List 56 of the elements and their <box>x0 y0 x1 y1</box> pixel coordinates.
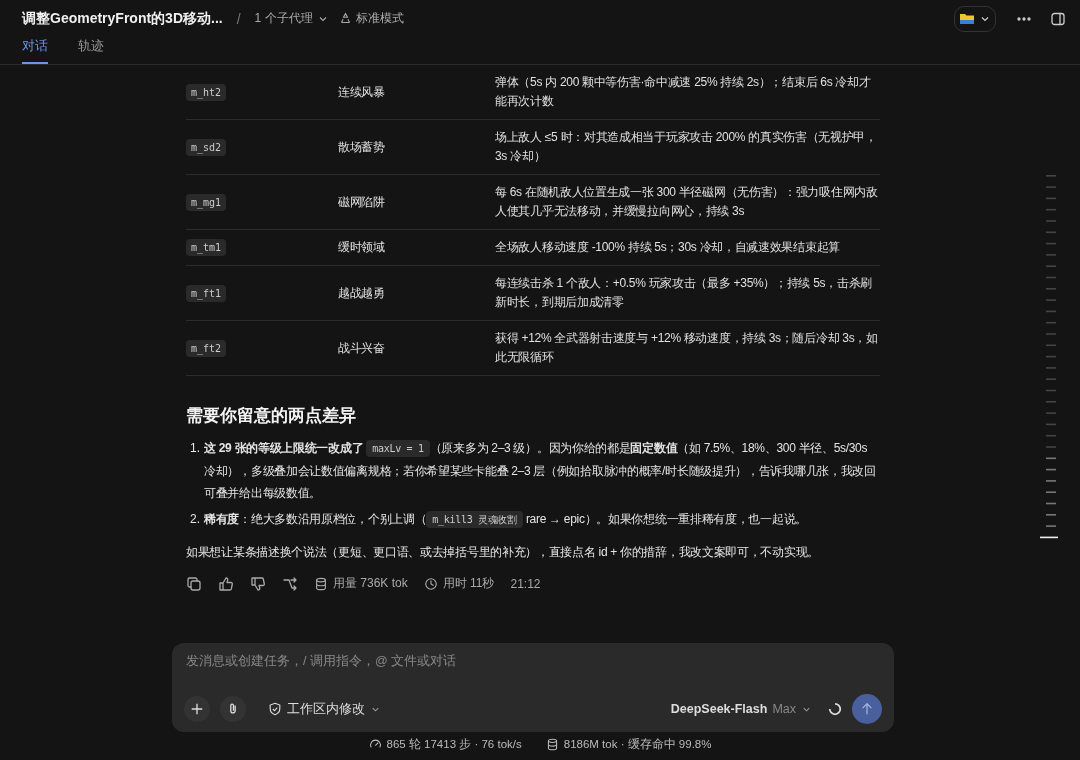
card-description: 获得 +12% 全武器射击速度与 +12% 移动速度，持续 3s；随后冷却 3s，如此无限循环 <box>495 330 879 366</box>
duration-label: 用时 11秒 <box>442 575 495 592</box>
list-number: 1. <box>189 440 200 457</box>
attach-button[interactable] <box>220 696 246 722</box>
card-id: m_tm1 <box>186 239 227 256</box>
card-id: m_ht2 <box>186 83 227 101</box>
thumbs-up-icon[interactable] <box>218 575 234 592</box>
cache-stats: 8186M tok · 缓存命中 99.8% <box>563 737 712 752</box>
plus-icon <box>190 702 204 716</box>
thumbs-down-icon[interactable] <box>250 575 266 592</box>
message-time: 21:12 <box>510 576 541 591</box>
card-name: 越战越勇 <box>338 284 386 302</box>
section-heading: 需要你留意的两点差异 <box>186 405 357 427</box>
send-button[interactable] <box>852 694 882 724</box>
tab[interactable]: 对话 <box>22 37 48 64</box>
card-id: m_ft2 <box>186 339 227 357</box>
message-input[interactable]: 发消息或创建任务，/ 调用指令，@ 文件或对话 <box>184 653 886 669</box>
card-description: 每连续击杀 1 个敌人：+0.5% 玩家攻击（最多 +35%）；持续 5s，击杀刷新时长，到期后加成清零 <box>495 275 874 311</box>
usage-label: 用量 736K tok <box>333 575 408 592</box>
list-item-text: 这 29 张的等级上限统一改成了 maxLv = 1 （原来多为 2–3 级）。因为你给的都是固定数值（如 7.5%、18%、300 半径、5s/30s 冷却），多级叠加会让数值偏离规格；若你希望某些卡能叠 2–3 层（例如拾取脉冲的概率/时长随级提升），告诉我哪几张，我改回可叠并给出每级数值。 <box>204 439 877 502</box>
reply-paragraph: 如果想让某条描述换个说法（更短、更口语、或去掉括号里的补充），直接点名 id + 你的措辞，我改文案即可，不动实现。 <box>186 544 820 561</box>
mode-icon <box>338 12 352 25</box>
arrow-up-icon <box>860 702 874 716</box>
speed-stats: 865 轮 17413 步 · 76 tok/s <box>386 737 522 752</box>
database-icon[interactable] <box>314 576 328 591</box>
list-number: 2. <box>189 511 200 528</box>
card-description: 全场敌人移动速度 -100% 持续 5s；30s 冷却，自减速效果结束起算 <box>495 239 841 256</box>
loading-spinner-icon <box>828 702 842 716</box>
add-button[interactable] <box>184 696 210 722</box>
breadcrumb-separator: / <box>236 10 241 27</box>
card-description: 场上敌人 ≤5 时：对其造成相当于玩家攻击 200% 的真实伤害（无视护甲，3s 冷却） <box>495 129 878 165</box>
shield-icon <box>268 702 282 716</box>
card-description: 弹体（5s 内 200 颗中等伤害·命中减速 25% 持续 2s）；结束后 6s 冷却才能再次计数 <box>495 74 872 110</box>
conversation-title: 调整GeometryFront的3D移动... <box>22 9 223 28</box>
branch-icon[interactable] <box>282 575 298 592</box>
subagent-dropdown[interactable]: 1 个子代理 <box>254 10 329 27</box>
mode-button[interactable]: 标准模式 <box>338 10 404 27</box>
card-id: m_ft1 <box>186 284 227 302</box>
card-id: m_mg1 <box>186 193 227 211</box>
copy-icon[interactable] <box>186 575 202 592</box>
card-name: 散场蓄势 <box>338 138 386 156</box>
scope-dropdown[interactable]: 工作区内修改 <box>262 699 387 719</box>
clock-icon[interactable] <box>423 576 438 591</box>
card-name: 磁网陷阱 <box>338 193 386 211</box>
workspace-picker[interactable] <box>954 5 996 32</box>
model-selector[interactable]: DeepSeek-Flash Max <box>664 701 818 717</box>
tab[interactable]: 轨迹 <box>78 37 104 64</box>
list-item-text: 稀有度：绝大多数沿用原档位，个别上调（ m_kill3 灵魂收割 rare → epic）。如果你想统一重排稀有度，也一起说。 <box>204 510 807 530</box>
card-description: 每 6s 在随机敌人位置生成一张 300 半径磁网（无伤害）：强力吸住网内敌人使其几乎无法移动，并缓慢拉向网心，持续 3s <box>495 184 879 220</box>
card-name: 战斗兴奋 <box>338 339 386 357</box>
sidebar-toggle-icon[interactable] <box>1050 10 1066 27</box>
database-icon[interactable] <box>545 738 559 751</box>
folder-icon <box>959 11 975 26</box>
card-id: m_sd2 <box>186 138 227 156</box>
card-name: 连续风暴 <box>338 83 386 101</box>
card-name: 缓时领域 <box>338 239 386 256</box>
